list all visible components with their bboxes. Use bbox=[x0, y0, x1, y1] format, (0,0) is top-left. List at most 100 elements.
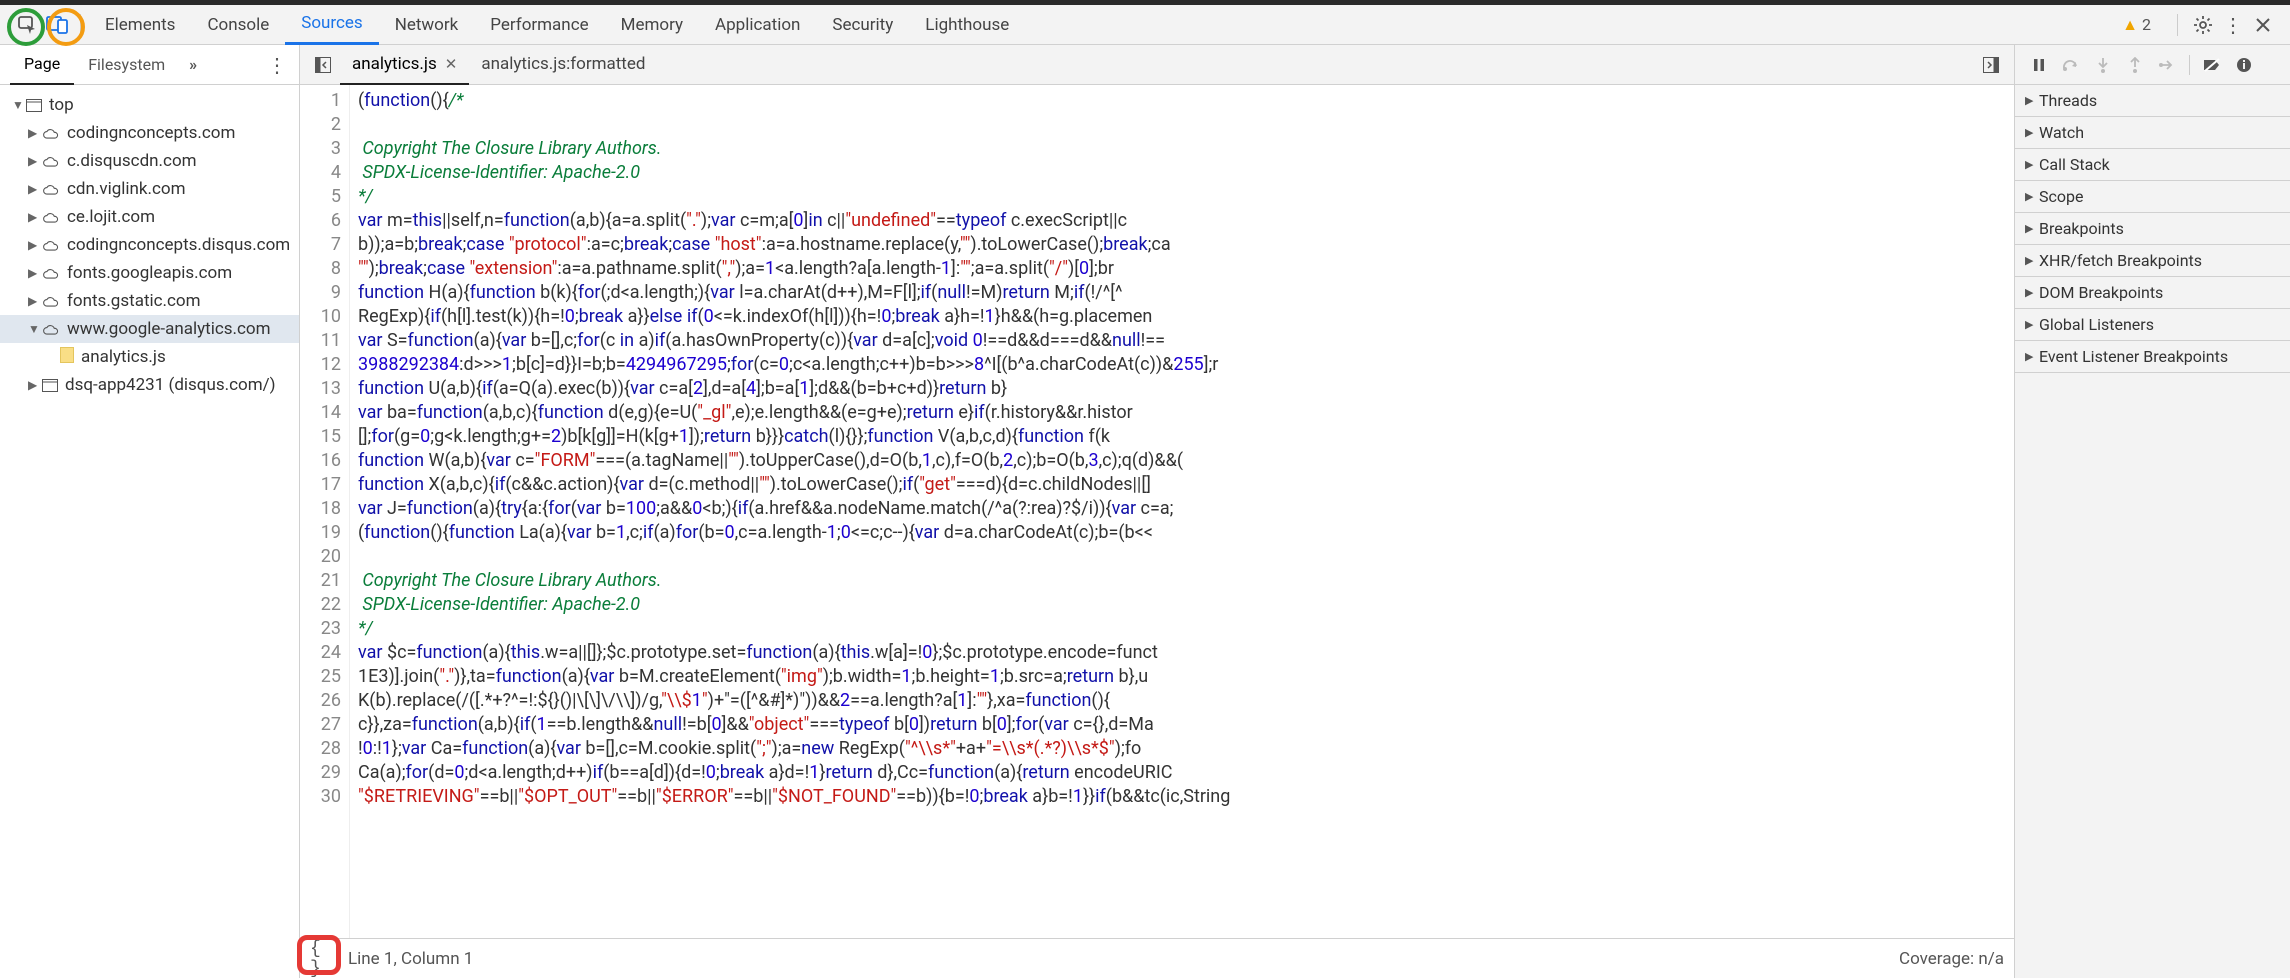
sub-tab-overflow-icon[interactable]: » bbox=[189, 55, 197, 74]
domain-label: ce.lojit.com bbox=[67, 207, 155, 227]
settings-gear-icon[interactable] bbox=[2188, 10, 2218, 40]
tab-memory[interactable]: Memory bbox=[605, 5, 699, 45]
tree-domain[interactable]: ▶fonts.gstatic.com bbox=[0, 287, 299, 315]
chevron-right-icon: ▶ bbox=[28, 238, 42, 252]
debugger-section[interactable]: ▶DOM Breakpoints bbox=[2015, 277, 2290, 308]
tab-console[interactable]: Console bbox=[191, 5, 285, 45]
section-label: Watch bbox=[2039, 123, 2084, 142]
more-menu-icon[interactable]: ⋮ bbox=[2218, 10, 2248, 40]
chevron-right-icon: ▶ bbox=[2025, 126, 2039, 139]
window-frame-icon bbox=[26, 99, 42, 112]
editor-tabs-row: analytics.js ✕ analytics.js:formatted bbox=[300, 45, 2014, 85]
js-file-icon bbox=[60, 347, 74, 368]
step-icon[interactable] bbox=[2154, 52, 2180, 78]
file-tab-active[interactable]: analytics.js ✕ bbox=[340, 45, 469, 85]
warning-triangle-icon: ▲ bbox=[2122, 15, 2138, 35]
section-label: Breakpoints bbox=[2039, 219, 2124, 238]
tree-domain[interactable]: ▶ cdn.viglink.com bbox=[0, 175, 299, 203]
tree-top-label: top bbox=[49, 95, 74, 115]
debugger-toolbar bbox=[2015, 45, 2290, 85]
chevron-right-icon: ▶ bbox=[2025, 318, 2039, 331]
chevron-right-icon: ▶ bbox=[28, 378, 42, 392]
tab-lighthouse[interactable]: Lighthouse bbox=[909, 5, 1025, 45]
tree-file[interactable]: analytics.js bbox=[0, 343, 299, 371]
cloud-icon bbox=[42, 207, 60, 227]
line-gutter: 1234567891011121314151617181920212223242… bbox=[300, 85, 350, 938]
cloud-icon bbox=[42, 151, 60, 171]
chevron-down-icon: ▼ bbox=[28, 322, 42, 336]
file-tree: ▼ top ▶codingnconcepts.com ▶c.disquscdn.… bbox=[0, 85, 299, 978]
chevron-right-icon: ▶ bbox=[2025, 286, 2039, 299]
coverage-status: Coverage: n/a bbox=[1899, 949, 2004, 969]
tree-domain[interactable]: ▶fonts.googleapis.com bbox=[0, 259, 299, 287]
debugger-accordions: ▶Threads▶Watch▶Call Stack▶Scope▶Breakpoi… bbox=[2015, 85, 2290, 373]
debugger-section[interactable]: ▶Watch bbox=[2015, 117, 2290, 148]
navigator-sub-tabs: Page Filesystem » ⋮ bbox=[0, 45, 299, 85]
tree-domain[interactable]: ▶ codingnconcepts.disqus.com bbox=[0, 231, 299, 259]
domain-label: cdn.viglink.com bbox=[67, 179, 186, 199]
chevron-right-icon: ▶ bbox=[2025, 350, 2039, 363]
chevron-right-icon: ▶ bbox=[28, 182, 42, 196]
tree-domain[interactable]: ▶c.disquscdn.com bbox=[0, 147, 299, 175]
tree-domain-expanded[interactable]: ▼www.google-analytics.com bbox=[0, 315, 299, 343]
section-label: Threads bbox=[2039, 91, 2097, 110]
step-into-icon[interactable] bbox=[2090, 52, 2116, 78]
chevron-right-icon: ▶ bbox=[28, 126, 42, 140]
debugger-section[interactable]: ▶Breakpoints bbox=[2015, 213, 2290, 244]
cursor-position: Line 1, Column 1 bbox=[348, 949, 473, 969]
separator bbox=[2189, 55, 2190, 75]
section-label: Call Stack bbox=[2039, 155, 2110, 174]
debugger-section[interactable]: ▶Event Listener Breakpoints bbox=[2015, 341, 2290, 372]
file-tab-secondary[interactable]: analytics.js:formatted bbox=[469, 45, 657, 85]
cloud-icon bbox=[42, 123, 60, 143]
section-label: XHR/fetch Breakpoints bbox=[2039, 251, 2202, 270]
inspect-element-icon[interactable] bbox=[12, 10, 42, 40]
navigator-menu-icon[interactable]: ⋮ bbox=[267, 53, 289, 77]
tree-top-frame[interactable]: ▼ top bbox=[0, 91, 299, 119]
code-body[interactable]: (function(){/* Copyright The Closure Lib… bbox=[350, 85, 2014, 938]
section-label: DOM Breakpoints bbox=[2039, 283, 2163, 302]
frame-label: dsq-app4231 (disqus.com/) bbox=[65, 375, 276, 395]
show-debugger-icon[interactable] bbox=[1980, 54, 2002, 76]
device-toolbar-icon[interactable] bbox=[42, 10, 72, 40]
pretty-print-button[interactable]: { } bbox=[310, 944, 340, 974]
step-over-icon[interactable] bbox=[2058, 52, 2084, 78]
warnings-indicator[interactable]: ▲ 2 bbox=[2122, 15, 2151, 35]
code-editor[interactable]: 1234567891011121314151617181920212223242… bbox=[300, 85, 2014, 938]
tree-domain[interactable]: ▶ ce.lojit.com bbox=[0, 203, 299, 231]
pause-on-exceptions-icon[interactable] bbox=[2231, 52, 2257, 78]
debugger-section[interactable]: ▶XHR/fetch Breakpoints bbox=[2015, 245, 2290, 276]
cloud-icon bbox=[42, 179, 60, 199]
cloud-icon bbox=[42, 319, 60, 339]
chevron-right-icon: ▶ bbox=[28, 154, 42, 168]
debugger-section[interactable]: ▶Scope bbox=[2015, 181, 2290, 212]
step-out-icon[interactable] bbox=[2122, 52, 2148, 78]
tab-network[interactable]: Network bbox=[379, 5, 475, 45]
file-tab-label: analytics.js bbox=[352, 54, 437, 74]
cloud-icon bbox=[42, 263, 60, 283]
debugger-section[interactable]: ▶Call Stack bbox=[2015, 149, 2290, 180]
tab-elements[interactable]: Elements bbox=[89, 5, 191, 45]
file-label: analytics.js bbox=[81, 347, 166, 367]
cloud-icon bbox=[42, 235, 60, 255]
tab-sources[interactable]: Sources bbox=[285, 5, 378, 45]
file-tab-label: analytics.js:formatted bbox=[481, 54, 645, 74]
tree-domain[interactable]: ▶codingnconcepts.com bbox=[0, 119, 299, 147]
chevron-right-icon: ▶ bbox=[28, 210, 42, 224]
separator bbox=[80, 14, 81, 36]
tree-iframe[interactable]: ▶ dsq-app4231 (disqus.com/) bbox=[0, 371, 299, 399]
debugger-section[interactable]: ▶Global Listeners bbox=[2015, 309, 2290, 340]
sub-tab-filesystem[interactable]: Filesystem bbox=[74, 45, 179, 85]
domain-label: codingnconcepts.disqus.com bbox=[67, 235, 290, 255]
sub-tab-page[interactable]: Page bbox=[10, 45, 74, 85]
deactivate-breakpoints-icon[interactable] bbox=[2199, 52, 2225, 78]
pause-icon[interactable] bbox=[2026, 52, 2052, 78]
close-devtools-icon[interactable] bbox=[2248, 10, 2278, 40]
close-tab-icon[interactable]: ✕ bbox=[445, 55, 458, 73]
debugger-section[interactable]: ▶Threads bbox=[2015, 85, 2290, 116]
tab-application[interactable]: Application bbox=[699, 5, 816, 45]
tab-performance[interactable]: Performance bbox=[474, 5, 604, 45]
tab-security[interactable]: Security bbox=[816, 5, 909, 45]
show-navigator-icon[interactable] bbox=[312, 54, 334, 76]
section-label: Event Listener Breakpoints bbox=[2039, 347, 2228, 366]
